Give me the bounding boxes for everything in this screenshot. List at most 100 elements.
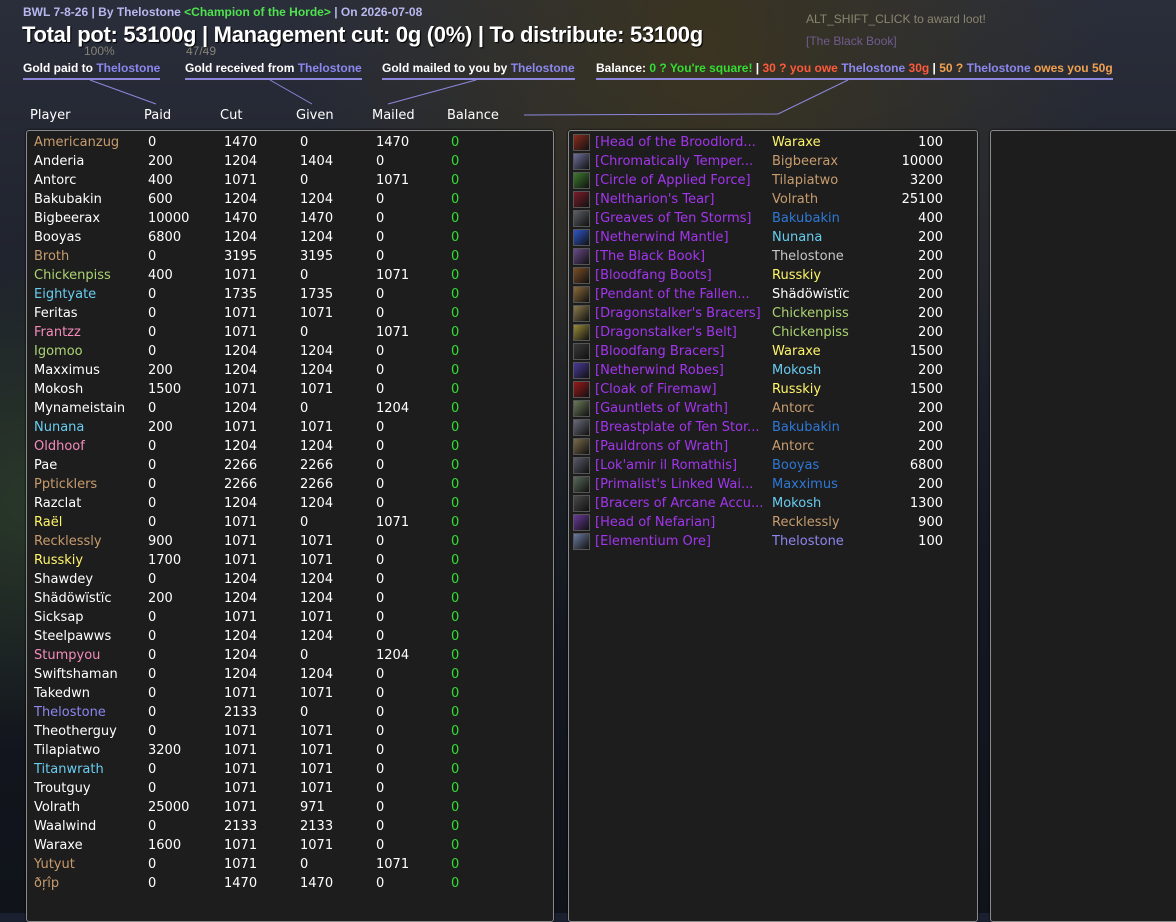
player-balance: 0 xyxy=(451,591,460,606)
player-row[interactable]: Igomoo 0 1204 1204 0 0 xyxy=(27,343,547,362)
player-balance: 0 xyxy=(451,363,460,378)
player-row[interactable]: Shädöwïstïc 200 1204 1204 0 0 xyxy=(27,590,547,609)
item-link[interactable]: [Netherwind Mantle] xyxy=(595,230,767,245)
loot-row[interactable]: [Chromatically Temper... Bigbeerax 10000 xyxy=(569,153,969,172)
player-row[interactable]: Waalwind 0 2133 2133 0 0 xyxy=(27,818,547,837)
loot-row[interactable]: [Breastplate of Ten Stor... Bakubakin 200 xyxy=(569,419,969,438)
player-cut: 2266 xyxy=(224,477,258,492)
player-row[interactable]: Yutyut 0 1071 0 1071 0 xyxy=(27,856,547,875)
item-link[interactable]: [The Black Book] xyxy=(595,249,767,264)
item-winner: Mokosh xyxy=(772,363,822,378)
loot-row[interactable]: [Pendant of the Fallen... Shädöwïstïc 200 xyxy=(569,286,969,305)
player-row[interactable]: Eightyate 0 1735 1735 0 0 xyxy=(27,286,547,305)
item-link[interactable]: [Bracers of Arcane Accu... xyxy=(595,496,767,511)
item-link[interactable]: [Bloodfang Boots] xyxy=(595,268,767,283)
player-row[interactable]: Mokosh 1500 1071 1071 0 0 xyxy=(27,381,547,400)
loot-row[interactable]: [Netherwind Mantle] Nunana 200 xyxy=(569,229,969,248)
player-row[interactable]: Waraxe 1600 1071 1071 0 0 xyxy=(27,837,547,856)
item-link[interactable]: [Cloak of Firemaw] xyxy=(595,382,767,397)
loot-row[interactable]: [Bloodfang Bracers] Waraxe 1500 xyxy=(569,343,969,362)
item-link[interactable]: [Chromatically Temper... xyxy=(595,154,767,169)
player-row[interactable]: Nunana 200 1071 1071 0 0 xyxy=(27,419,547,438)
player-row[interactable]: Anderia 200 1204 1404 0 0 xyxy=(27,153,547,172)
loot-awards-panel[interactable]: [Head of the Broodlord... Waraxe 100 [Chrom… xyxy=(568,130,978,922)
item-link[interactable]: [Head of the Broodlord... xyxy=(595,135,767,150)
player-row[interactable]: Ppticklers 0 2266 2266 0 0 xyxy=(27,476,547,495)
loot-row[interactable]: [Dragonstalker's Belt] Chickenpiss 200 xyxy=(569,324,969,343)
item-link[interactable]: [Breastplate of Ten Stor... xyxy=(595,420,767,435)
item-link[interactable]: [Elementium Ore] xyxy=(595,534,767,549)
item-link[interactable]: [Greaves of Ten Storms] xyxy=(595,211,767,226)
item-link[interactable]: [Circle of Applied Force] xyxy=(595,173,767,188)
player-row[interactable]: Titanwrath 0 1071 1071 0 0 xyxy=(27,761,547,780)
item-link[interactable]: [Primalist's Linked Wai... xyxy=(595,477,767,492)
item-winner: Recklessly xyxy=(772,515,840,530)
loot-row[interactable]: [Cloak of Firemaw] Russkiy 1500 xyxy=(569,381,969,400)
loot-row[interactable]: [Gauntlets of Wrath] Antorc 200 xyxy=(569,400,969,419)
player-row[interactable]: Sicksap 0 1071 1071 0 0 xyxy=(27,609,547,628)
player-ledger-panel[interactable]: Americanzug 0 1470 0 1470 0 Anderia 200 1204 1404… xyxy=(26,130,554,922)
item-link[interactable]: [Dragonstalker's Bracers] xyxy=(595,306,767,321)
player-row[interactable]: Chickenpiss 400 1071 0 1071 0 xyxy=(27,267,547,286)
loot-row[interactable]: [Dragonstalker's Bracers] Chickenpiss 200 xyxy=(569,305,969,324)
player-row[interactable]: Pae 0 2266 2266 0 0 xyxy=(27,457,547,476)
player-row[interactable]: Steelpawws 0 1204 1204 0 0 xyxy=(27,628,547,647)
player-row[interactable]: Maxximus 200 1204 1204 0 0 xyxy=(27,362,547,381)
loot-row[interactable]: [Bloodfang Boots] Russkiy 200 xyxy=(569,267,969,286)
player-row[interactable]: Antorc 400 1071 0 1071 0 xyxy=(27,172,547,191)
bracer-icon xyxy=(573,343,590,360)
player-row[interactable]: Broth 0 3195 3195 0 0 xyxy=(27,248,547,267)
loot-row[interactable]: [Head of Nefarian] Recklessly 900 xyxy=(569,514,969,533)
loot-row[interactable]: [Neltharion's Tear] Volrath 25100 xyxy=(569,191,969,210)
player-row[interactable]: Thelostone 0 2133 0 0 0 xyxy=(27,704,547,723)
player-name: Americanzug xyxy=(34,135,120,150)
player-row[interactable]: Theotherguy 0 1071 1071 0 0 xyxy=(27,723,547,742)
player-paid: 0 xyxy=(148,762,157,777)
player-balance: 0 xyxy=(451,439,460,454)
player-row[interactable]: Booyas 6800 1204 1204 0 0 xyxy=(27,229,547,248)
loot-row[interactable]: [Pauldrons of Wrath] Antorc 200 xyxy=(569,438,969,457)
loot-row[interactable]: [Bracers of Arcane Accu... Mokosh 1300 xyxy=(569,495,969,514)
player-row[interactable]: Russkiy 1700 1071 1071 0 0 xyxy=(27,552,547,571)
item-link[interactable]: [Bloodfang Bracers] xyxy=(595,344,767,359)
ring-icon xyxy=(573,172,590,189)
item-link[interactable]: [Pauldrons of Wrath] xyxy=(595,439,767,454)
player-row[interactable]: Oldhoof 0 1204 1204 0 0 xyxy=(27,438,547,457)
item-link[interactable]: [Netherwind Robes] xyxy=(595,363,767,378)
player-row[interactable]: Takedwn 0 1071 1071 0 0 xyxy=(27,685,547,704)
item-link[interactable]: [Head of Nefarian] xyxy=(595,515,767,530)
player-given: 1204 xyxy=(300,230,334,245)
player-row[interactable]: Frantzz 0 1071 0 1071 0 xyxy=(27,324,547,343)
player-row[interactable]: Raël 0 1071 0 1071 0 xyxy=(27,514,547,533)
loot-row[interactable]: [Lok'amir il Romathis] Booyas 6800 xyxy=(569,457,969,476)
loot-row[interactable]: [Greaves of Ten Storms] Bakubakin 400 xyxy=(569,210,969,229)
player-row[interactable]: Feritas 0 1071 1071 0 0 xyxy=(27,305,547,324)
item-link[interactable]: [Dragonstalker's Belt] xyxy=(595,325,767,340)
loot-row[interactable]: [Circle of Applied Force] Tilapiatwo 3200 xyxy=(569,172,969,191)
player-row[interactable]: ðŗîp 0 1470 1470 0 0 xyxy=(27,875,547,894)
player-row[interactable]: Troutguy 0 1071 1071 0 0 xyxy=(27,780,547,799)
player-name: Waalwind xyxy=(34,819,97,834)
player-row[interactable]: Bakubakin 600 1204 1204 0 0 xyxy=(27,191,547,210)
loot-row[interactable]: [Primalist's Linked Wai... Maxximus 200 xyxy=(569,476,969,495)
player-row[interactable]: Volrath 25000 1071 971 0 0 xyxy=(27,799,547,818)
loot-row[interactable]: [Head of the Broodlord... Waraxe 100 xyxy=(569,134,969,153)
player-mailed: 0 xyxy=(376,629,385,644)
item-link[interactable]: [Neltharion's Tear] xyxy=(595,192,767,207)
player-row[interactable]: Recklessly 900 1071 1071 0 0 xyxy=(27,533,547,552)
loot-row[interactable]: [The Black Book] Thelostone 200 xyxy=(569,248,969,267)
player-row[interactable]: Swiftshaman 0 1204 1204 0 0 xyxy=(27,666,547,685)
item-link[interactable]: [Lok'amir il Romathis] xyxy=(595,458,767,473)
player-row[interactable]: Stumpyou 0 1204 0 1204 0 xyxy=(27,647,547,666)
player-row[interactable]: Shawdey 0 1204 1204 0 0 xyxy=(27,571,547,590)
player-row[interactable]: Bigbeerax 10000 1470 1470 0 0 xyxy=(27,210,547,229)
item-link[interactable]: [Gauntlets of Wrath] xyxy=(595,401,767,416)
player-row[interactable]: Mynameistain 0 1204 0 1204 0 xyxy=(27,400,547,419)
player-row[interactable]: Tilapiatwo 3200 1071 1071 0 0 xyxy=(27,742,547,761)
player-row[interactable]: Razclat 0 1204 1204 0 0 xyxy=(27,495,547,514)
player-paid: 200 xyxy=(148,363,173,378)
loot-row[interactable]: [Elementium Ore] Thelostone 100 xyxy=(569,533,969,552)
loot-row[interactable]: [Netherwind Robes] Mokosh 200 xyxy=(569,362,969,381)
item-link[interactable]: [Pendant of the Fallen... xyxy=(595,287,767,302)
player-row[interactable]: Americanzug 0 1470 0 1470 0 xyxy=(27,134,547,153)
